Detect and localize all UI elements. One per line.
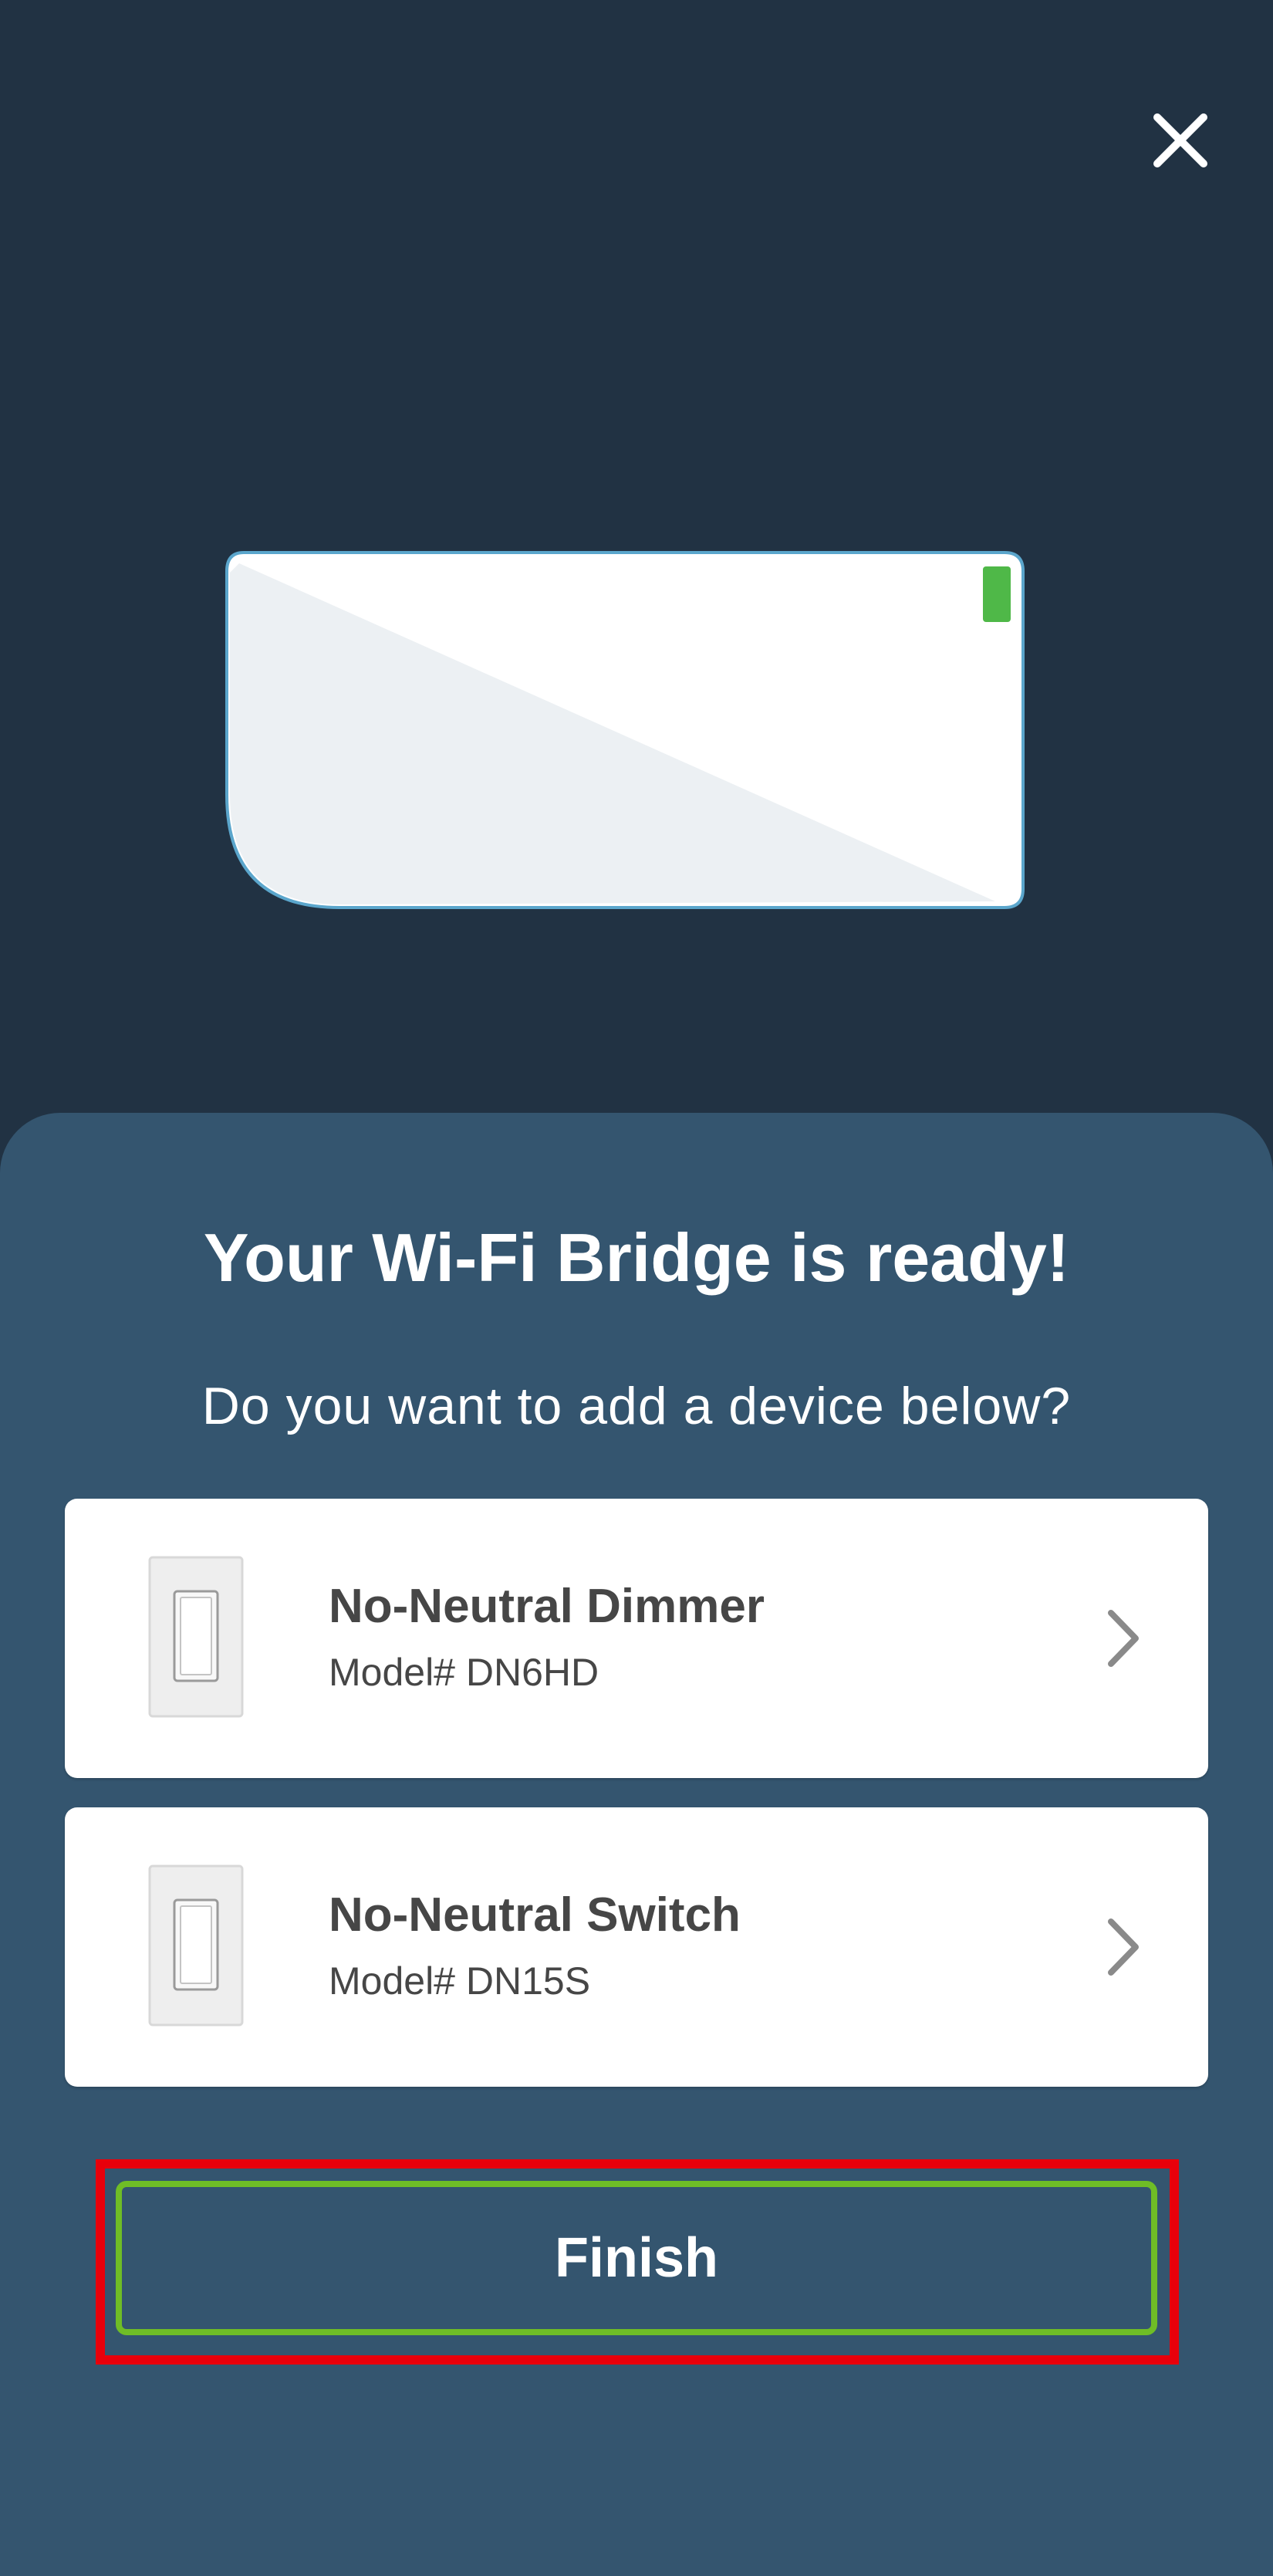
led-indicator xyxy=(983,566,1011,622)
device-model: Model# DN6HD xyxy=(329,1651,599,1694)
close-icon xyxy=(1153,113,1207,167)
chevron-right-icon xyxy=(1108,1610,1139,1667)
device-model: Model# DN15S xyxy=(329,1959,591,2003)
page-title: Your Wi-Fi Bridge is ready! xyxy=(203,1219,1070,1296)
finish-button[interactable]: Finish xyxy=(116,2181,1157,2335)
wifi-bridge-illustration xyxy=(225,551,1025,909)
close-button[interactable] xyxy=(1143,103,1217,177)
device-card-dimmer[interactable]: No-Neutral Dimmer Model# DN6HD xyxy=(65,1499,1208,1778)
device-card-switch[interactable]: No-Neutral Switch Model# DN15S xyxy=(65,1807,1208,2087)
chevron-right-icon xyxy=(1108,1918,1139,1976)
switch-device-icon xyxy=(148,1864,244,2027)
device-name: No-Neutral Dimmer xyxy=(329,1580,765,1633)
device-name: No-Neutral Switch xyxy=(329,1888,741,1942)
dimmer-device-icon xyxy=(148,1556,244,1718)
page-subtitle: Do you want to add a device below? xyxy=(201,1377,1072,1435)
